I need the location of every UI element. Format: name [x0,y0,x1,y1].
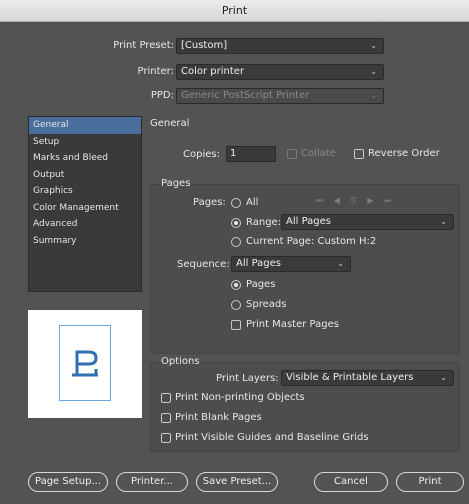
current-page-radio[interactable] [231,237,241,247]
printer-label: Printer: [137,66,174,77]
print-blank-pages-checkbox[interactable] [161,413,171,423]
all-pages-radio[interactable] [231,198,241,208]
page-outline [59,325,111,401]
options-section-title: Options [161,356,200,367]
range-value: All Pages [286,216,331,227]
print-guides-checkbox[interactable] [161,433,171,443]
general-section-title: General [150,118,190,129]
collate-label: Collate [301,148,336,159]
sequence-value: All Pages [236,258,281,269]
sidebar-item-output[interactable]: Output [29,167,141,184]
copies-input[interactable]: 1 [226,146,276,162]
page-setup-button[interactable]: Page Setup... [28,472,108,492]
spreads-option-label: Spreads [246,299,287,310]
category-list: General Setup Marks and Bleed Output Gra… [28,116,142,292]
chevron-down-icon: ⌄ [370,67,377,76]
range-dropdown[interactable]: All Pages ⌄ [281,214,454,230]
save-preset-button[interactable]: Save Preset... [196,472,278,492]
all-pages-label: All [246,197,259,208]
sidebar-item-marks-and-bleed[interactable]: Marks and Bleed [29,150,141,167]
collate-checkbox [287,149,297,159]
sidebar-item-summary[interactable]: Summary [29,233,141,250]
reverse-order-label: Reverse Order [368,148,440,159]
printer-value: Color printer [181,66,245,77]
print-dialog: Print Preset: [Custom] ⌄ Printer: Color … [0,22,469,504]
pages-option-label: Pages [246,279,276,290]
print-master-pages-checkbox[interactable] [231,320,241,330]
range-label: Range: [246,217,282,228]
pages-option-radio[interactable] [231,280,241,290]
print-nonprinting-label: Print Non-printing Objects [175,392,305,403]
sidebar-item-setup[interactable]: Setup [29,134,141,151]
print-preset-label: Print Preset: [113,40,174,51]
print-button[interactable]: Print [396,472,464,492]
sidebar-item-color-management[interactable]: Color Management [29,200,141,217]
ppd-dropdown: Generic PostScript Printer ⌄ [176,88,384,104]
page-glyph-icon [72,350,98,377]
chevron-down-icon: ⌄ [370,41,377,50]
print-preset-dropdown[interactable]: [Custom] ⌄ [176,38,384,54]
print-guides-label: Print Visible Guides and Baseline Grids [175,432,369,443]
sequence-label: Sequence: [177,259,230,270]
print-layers-value: Visible & Printable Layers [286,372,414,383]
range-radio[interactable] [231,218,241,228]
reverse-order-checkbox[interactable] [354,149,364,159]
sidebar-item-advanced[interactable]: Advanced [29,216,141,233]
chevron-down-icon: ⌄ [370,91,377,100]
chevron-down-icon: ⌄ [440,217,447,226]
chevron-down-icon: ⌄ [440,373,447,382]
chevron-down-icon: ⌄ [337,259,344,268]
ppd-label: PPD: [150,90,174,101]
print-blank-pages-label: Print Blank Pages [175,412,262,423]
page-nav-icons: ⏮ ◀ ⎘ ▶ ⏭ [316,196,396,205]
pages-label: Pages: [193,197,226,208]
print-nonprinting-checkbox[interactable] [161,393,171,403]
spreads-option-radio[interactable] [231,300,241,310]
pages-section-title: Pages [161,178,191,189]
cancel-button[interactable]: Cancel [314,472,388,492]
printer-button[interactable]: Printer... [116,472,188,492]
sidebar-item-graphics[interactable]: Graphics [29,183,141,200]
print-preset-value: [Custom] [181,40,228,51]
current-page-label: Current Page: Custom H:2 [246,236,377,247]
ppd-value: Generic PostScript Printer [181,90,310,101]
print-master-pages-label: Print Master Pages [246,319,339,330]
copies-label: Copies: [183,149,220,160]
window-title: Print [0,0,469,22]
printer-dropdown[interactable]: Color printer ⌄ [176,64,384,80]
page-preview [28,310,142,418]
sidebar-item-general[interactable]: General [29,117,141,134]
sequence-dropdown[interactable]: All Pages ⌄ [231,256,351,272]
print-layers-label: Print Layers: [216,373,279,384]
print-layers-dropdown[interactable]: Visible & Printable Layers ⌄ [281,370,454,386]
